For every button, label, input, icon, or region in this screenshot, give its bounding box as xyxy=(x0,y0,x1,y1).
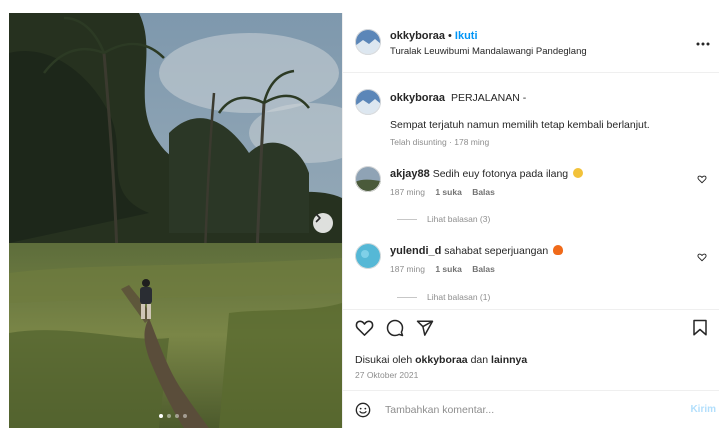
share-button[interactable] xyxy=(416,319,434,342)
comment-username[interactable]: akjay88 xyxy=(390,168,430,180)
chevron-right-icon xyxy=(315,213,321,223)
carousel-dot xyxy=(175,414,179,418)
sad-face-emoji xyxy=(573,168,584,178)
comment-meta: 187 ming 1 suka Balas xyxy=(390,264,503,274)
comment-meta: 187 ming 1 suka Balas xyxy=(390,187,503,197)
post-location[interactable]: Turalak Leuwibumi Mandalawangi Pandeglan… xyxy=(390,46,587,57)
carousel-dot xyxy=(183,414,187,418)
view-replies-label: Lihat balasan (3) xyxy=(427,214,491,224)
comment-icon xyxy=(386,319,404,337)
comment-likes[interactable]: 1 suka xyxy=(435,187,461,197)
heart-icon xyxy=(697,175,707,184)
post-comment-button[interactable]: Kirim xyxy=(690,404,716,415)
post-details-panel: okkyboraa • Ikuti Turalak Leuwibumi Mandal… xyxy=(342,13,719,428)
instagram-post-modal: okkyboraa • Ikuti Turalak Leuwibumi Mandal… xyxy=(0,0,719,428)
replies-divider xyxy=(397,218,417,220)
view-replies-button[interactable]: Lihat balasan (3) xyxy=(397,214,490,224)
comment-username[interactable]: yulendi_d xyxy=(390,245,441,257)
save-button[interactable] xyxy=(692,319,708,342)
caption-line-1: okkyboraa PERJALANAN - xyxy=(390,92,526,104)
comment-body: akjay88 Sedih euy fotonya pada ilang xyxy=(390,168,584,180)
next-photo-button[interactable] xyxy=(313,213,333,233)
separator-dot: • xyxy=(448,30,452,42)
reply-button[interactable]: Balas xyxy=(472,187,495,197)
fire-emoji xyxy=(553,245,564,255)
author-line: okkyboraa • Ikuti xyxy=(390,30,478,42)
post-photo[interactable] xyxy=(9,13,342,428)
caption-avatar[interactable] xyxy=(355,89,381,115)
carousel-indicator xyxy=(159,414,187,418)
like-button[interactable] xyxy=(355,319,374,342)
comment-avatar[interactable] xyxy=(355,166,381,192)
replies-divider xyxy=(397,296,417,298)
liked-by-prefix: Disukai oleh xyxy=(355,354,413,366)
avatar-image xyxy=(355,166,381,192)
comment-button[interactable] xyxy=(386,319,404,342)
comment-likes[interactable]: 1 suka xyxy=(435,264,461,274)
top-band xyxy=(0,0,719,13)
caption-text: PERJALANAN - xyxy=(450,92,527,104)
comment-text: sahabat seperjuangan xyxy=(444,245,549,257)
follow-button[interactable]: Ikuti xyxy=(455,30,478,42)
post-actions: Disukai oleh okkyboraa dan lainnya 27 Ok… xyxy=(343,309,719,389)
bookmark-icon xyxy=(693,319,707,336)
rice-field-photo xyxy=(9,13,342,428)
smile-icon xyxy=(355,402,371,418)
post-header: okkyboraa • Ikuti Turalak Leuwibumi Mandal… xyxy=(343,13,719,73)
caption-line-2: Sempat terjatuh namun memilih tetap kemb… xyxy=(390,119,650,131)
comment-avatar[interactable] xyxy=(355,243,381,269)
avatar-image xyxy=(355,89,381,115)
carousel-dot xyxy=(167,414,171,418)
reply-button[interactable]: Balas xyxy=(472,264,495,274)
more-icon xyxy=(696,42,710,46)
comment-input[interactable] xyxy=(385,400,665,420)
view-replies-button[interactable]: Lihat balasan (1) xyxy=(397,292,490,302)
share-icon xyxy=(416,320,434,336)
more-options-button[interactable] xyxy=(696,33,710,49)
caption-meta: Telah disunting · 178 ming xyxy=(390,137,490,147)
heart-icon xyxy=(697,253,707,262)
liked-by-joiner: dan xyxy=(470,354,489,366)
liked-by-user[interactable]: okkyboraa xyxy=(415,354,468,366)
comment-body: yulendi_d sahabat seperjuangan xyxy=(390,245,564,257)
heart-icon xyxy=(355,320,374,336)
add-comment-bar: Kirim xyxy=(343,390,719,428)
emoji-button[interactable] xyxy=(355,402,371,423)
caption-username[interactable]: okkyboraa xyxy=(390,92,445,104)
avatar-image xyxy=(355,243,381,269)
carousel-dot-active xyxy=(159,414,163,418)
like-comment-button[interactable] xyxy=(697,171,707,189)
comment-time: 187 ming xyxy=(390,187,425,197)
view-replies-label: Lihat balasan (1) xyxy=(427,292,491,302)
liked-by-others[interactable]: lainnya xyxy=(491,354,527,366)
author-avatar[interactable] xyxy=(355,29,381,55)
comment-text: Sedih euy fotonya pada ilang xyxy=(432,168,569,180)
likes-summary: Disukai oleh okkyboraa dan lainnya xyxy=(355,354,527,366)
like-comment-button[interactable] xyxy=(697,249,707,267)
comment-time: 187 ming xyxy=(390,264,425,274)
author-username[interactable]: okkyboraa xyxy=(390,30,445,42)
post-date: 27 Oktober 2021 xyxy=(355,370,419,380)
avatar-image xyxy=(355,29,381,55)
